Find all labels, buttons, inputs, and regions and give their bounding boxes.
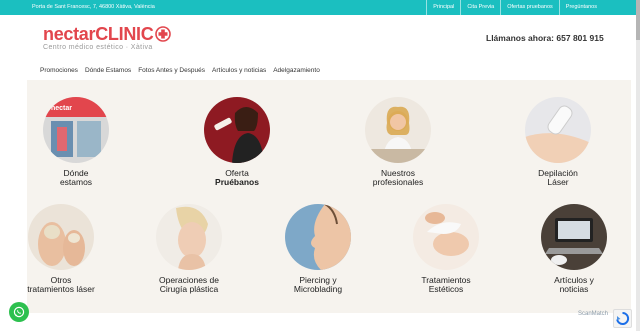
top-link-preguntanos[interactable]: Pregúntanos: [558, 0, 603, 15]
site-logo[interactable]: nectar CLINIC Centro médico estético · Xà…: [43, 24, 172, 51]
top-link-ofertas[interactable]: Ofertas pruebanos: [500, 0, 559, 15]
service-depilacion[interactable]: Depilación Láser: [513, 97, 603, 187]
laser-hair-removal-image: [525, 97, 591, 163]
nav-promociones[interactable]: Promociones: [40, 67, 78, 74]
whatsapp-button[interactable]: [9, 302, 29, 322]
laptop-articles-image: [541, 204, 607, 270]
services-section: nectar Dónde estamos Oferta Pruébanos Nu…: [27, 80, 631, 313]
recaptcha-badge[interactable]: [613, 309, 632, 328]
service-label-line2: profesionales: [372, 177, 424, 187]
service-oferta[interactable]: Oferta Pruébanos: [192, 97, 282, 187]
service-label-line2: estamos: [59, 177, 93, 187]
site-header: nectar CLINIC Centro médico estético · Xà…: [0, 15, 640, 79]
top-links: Principal Cita Previa Ofertas pruebanos …: [426, 0, 603, 15]
phone-callout[interactable]: Llámanos ahora: 657 801 915: [486, 33, 604, 43]
service-esteticos[interactable]: Tratamientos Estéticos: [401, 204, 491, 294]
service-label-line2: Láser: [547, 177, 569, 187]
facial-treatment-image: [413, 204, 479, 270]
address-text: Porta de Sant Francesc, 7, 46800 Xàtiva,…: [32, 4, 155, 10]
top-link-principal[interactable]: Principal: [426, 0, 460, 15]
nav-articulos[interactable]: Artículos y noticias: [212, 67, 266, 74]
service-piercing[interactable]: Piercing y Microblading: [273, 204, 363, 294]
logo-nectar: nectar: [43, 24, 96, 44]
clinic-front-image: nectar: [43, 97, 109, 163]
service-label-line2: Estéticos: [428, 284, 464, 294]
main-nav: Promociones Dónde Estamos Fotos Antes y …: [40, 67, 327, 74]
recaptcha-icon: [616, 311, 630, 325]
service-label-line2: noticias: [559, 284, 589, 294]
svg-text:nectar: nectar: [51, 105, 72, 112]
service-cirugia[interactable]: Operaciones de Cirugía plástica: [144, 204, 234, 294]
service-donde-estamos[interactable]: nectar Dónde estamos: [31, 97, 121, 187]
scanmatch-badge: ScanMatch: [578, 311, 609, 317]
nav-adelgazamiento[interactable]: Adelgazamiento: [273, 67, 320, 74]
piercing-image: [285, 204, 351, 270]
top-bar: Porta de Sant Francesc, 7, 46800 Xàtiva,…: [0, 0, 640, 15]
professional-image: [365, 97, 431, 163]
service-label-line2: Pruébanos: [215, 177, 259, 187]
service-label-line2: Cirugía plástica: [159, 284, 219, 294]
scrollbar-thumb[interactable]: [636, 0, 640, 40]
page-scrollbar[interactable]: [636, 0, 640, 331]
nav-fotos[interactable]: Fotos Antes y Después: [138, 67, 205, 74]
logo-cross-icon: [155, 26, 172, 42]
oferta-image: [204, 97, 270, 163]
whatsapp-icon: [13, 306, 25, 318]
logo-clinic: CLINIC: [95, 24, 154, 44]
top-link-cita-previa[interactable]: Cita Previa: [460, 0, 500, 15]
phone-label: Llámanos ahora:: [486, 33, 555, 43]
service-profesionales[interactable]: Nuestros profesionales: [353, 97, 443, 187]
service-articulos[interactable]: Artículos y noticias: [529, 204, 619, 294]
logo-tagline: Centro médico estético · Xàtiva: [43, 44, 153, 51]
service-label-line2: tratamientos láser: [27, 284, 95, 294]
toenail-image: [28, 204, 94, 270]
service-otros-laser[interactable]: Otros tratamientos láser: [16, 204, 106, 294]
nav-donde-estamos[interactable]: Dónde Estamos: [85, 67, 131, 74]
phone-number: 657 801 915: [556, 33, 604, 43]
service-label-line2: Microblading: [293, 284, 343, 294]
plastic-surgery-image: [156, 204, 222, 270]
